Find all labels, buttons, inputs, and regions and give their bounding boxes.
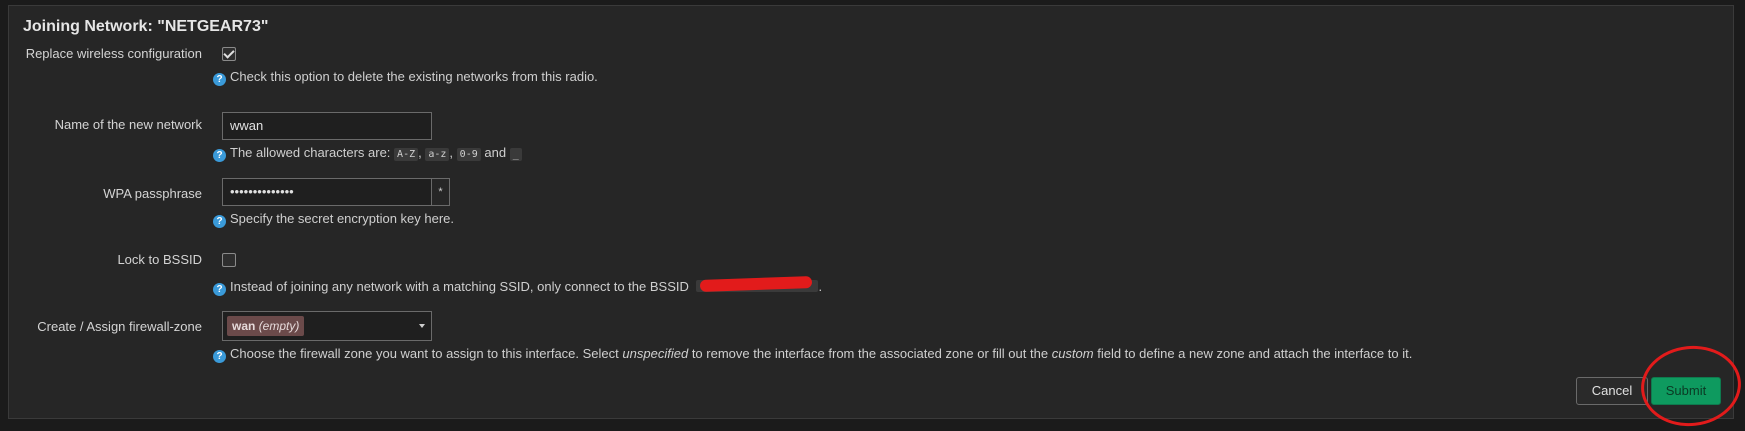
passphrase-label: WPA passphrase	[103, 186, 202, 201]
lock-bssid-checkbox[interactable]	[222, 253, 236, 267]
zone-help-part: to remove the interface from the associa…	[691, 346, 1049, 361]
help-icon: ?	[213, 215, 226, 228]
help-icon: ?	[213, 149, 226, 162]
replace-config-help-text: Check this option to delete the existing…	[230, 69, 598, 84]
network-name-help: ? The allowed characters are: A-Z, a-z, 0…	[213, 145, 522, 162]
submit-button[interactable]: Submit	[1651, 377, 1721, 405]
dialog-title: Joining Network: "NETGEAR73"	[23, 18, 269, 35]
lock-bssid-label: Lock to BSSID	[117, 252, 202, 267]
passphrase-help-text: Specify the secret encryption key here.	[230, 211, 455, 226]
network-name-label: Name of the new network	[54, 117, 202, 132]
zone-name: wan	[232, 319, 256, 333]
replace-config-checkbox[interactable]	[222, 47, 236, 61]
chevron-down-icon	[419, 324, 425, 328]
replace-config-label: Replace wireless configuration	[25, 46, 202, 61]
allowed-chars-lower: a-z	[425, 148, 450, 161]
zone-help-emphasis: custom	[1051, 346, 1094, 361]
zone-empty-note: (empty)	[258, 319, 300, 333]
period: .	[818, 279, 823, 294]
and-text: and	[484, 145, 507, 160]
lock-bssid-help: ? Instead of joining any network with a m…	[213, 276, 823, 296]
help-icon: ?	[213, 350, 226, 363]
replace-config-help: ? Check this option to delete the existin…	[213, 69, 598, 86]
help-icon: ?	[213, 283, 226, 296]
firewall-zone-label: Create / Assign firewall-zone	[37, 319, 202, 334]
separator: ,	[418, 145, 422, 160]
help-icon: ?	[213, 73, 226, 86]
lock-bssid-help-text: Instead of joining any network with a ma…	[230, 279, 689, 294]
zone-badge: wan (empty)	[227, 316, 305, 336]
allowed-chars-underscore: _	[509, 148, 522, 161]
reveal-password-button[interactable]: *	[431, 178, 450, 206]
cancel-button[interactable]: Cancel	[1576, 377, 1648, 405]
separator: ,	[449, 145, 454, 160]
redacted-bssid	[696, 276, 819, 294]
firewall-zone-dropdown[interactable]: wan (empty)	[222, 311, 432, 341]
allowed-chars-digits: 0-9	[456, 148, 481, 161]
firewall-zone-help: ? Choose the firewall zone you want to as…	[213, 346, 1412, 363]
network-name-input[interactable]: wwan	[222, 112, 432, 140]
zone-help-emphasis: unspecified	[622, 346, 689, 361]
zone-help-part: field to define a new zone and attach th…	[1097, 346, 1413, 361]
allowed-chars-upper: A-Z	[394, 148, 419, 161]
passphrase-help: ? Specify the secret encryption key here.	[213, 211, 454, 228]
passphrase-input[interactable]: ••••••••••••••	[222, 178, 432, 206]
zone-help-part: Choose the firewall zone you want to ass…	[230, 346, 619, 361]
network-name-help-text: The allowed characters are:	[230, 145, 391, 160]
